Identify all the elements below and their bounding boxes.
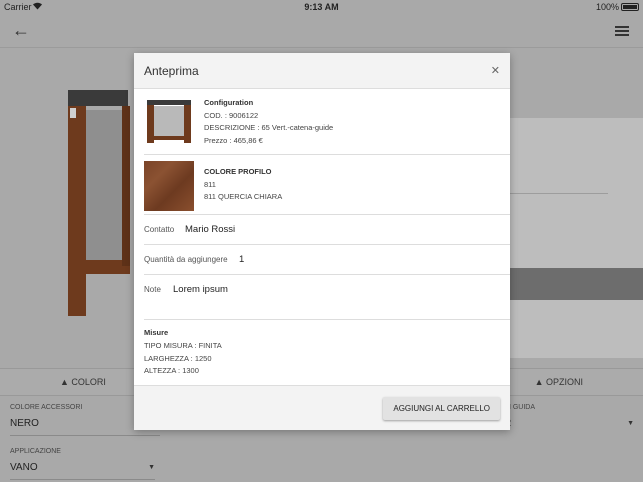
- status-bar: Carrier 9:13 AM 100%: [0, 0, 643, 14]
- tab-opzioni[interactable]: ▲ OPZIONI: [535, 377, 583, 387]
- back-arrow-icon[interactable]: ←: [12, 20, 30, 41]
- field-label: APPLICAZIONE: [10, 448, 61, 455]
- battery-percent: 100%: [595, 2, 619, 12]
- colore-profilo-row: COLORE PROFILO 811 811 QUERCIA CHIARA: [144, 154, 510, 214]
- colore-profilo-code: 811: [204, 179, 216, 189]
- preview-modal: Anteprima ✕ Configuration COD. : 9006122…: [134, 53, 510, 430]
- configuration-info: Configuration COD. : 9006122 DESCRIZIONE…: [204, 97, 333, 147]
- quantita-label: Quantità da aggiungere: [144, 255, 228, 264]
- details-panel: [508, 118, 643, 358]
- clock: 9:13 AM: [304, 2, 339, 12]
- colore-profilo-name: 811 QUERCIA CHIARA: [204, 192, 283, 201]
- misure-tipo: TIPO MISURA : FINITA: [144, 340, 222, 350]
- top-bar: ←: [0, 14, 643, 48]
- guida-select[interactable]: I DI GUIDA 22 ▼: [500, 404, 634, 436]
- configuration-heading: Configuration: [204, 98, 254, 107]
- misure-altezza: ALTEZZA : 1300: [144, 366, 199, 376]
- field-label: I DI GUIDA: [500, 404, 536, 411]
- misure-heading: Misure: [144, 328, 169, 337]
- product-preview-image: [68, 90, 130, 316]
- colore-profilo-heading: COLORE PROFILO: [204, 167, 272, 176]
- tab-colori[interactable]: ▲ COLORI: [60, 377, 106, 387]
- modal-header: Anteprima ✕: [134, 53, 510, 89]
- misure-larghezza: LARGHEZZA : 1250: [144, 353, 212, 363]
- applicazione-select[interactable]: APPLICAZIONE VANO ▼: [10, 448, 155, 480]
- contatto-label: Contatto: [144, 225, 175, 234]
- configuration-cod: COD. : 9006122: [204, 110, 259, 120]
- configuration-prezzo: Prezzo : 465,86 €: [204, 135, 263, 145]
- modal-title: Anteprima: [144, 64, 199, 78]
- configuration-descrizione: DESCRIZIONE : 65 Vert.-catena-guide: [204, 123, 334, 132]
- note-input[interactable]: Lorem ipsum: [173, 284, 228, 295]
- close-icon[interactable]: ✕: [491, 64, 500, 77]
- battery-icon: [621, 3, 639, 11]
- field-value: VANO: [10, 462, 38, 473]
- quantita-input[interactable]: 1: [239, 254, 244, 265]
- quantita-row[interactable]: Quantità da aggiungere 1: [144, 244, 510, 274]
- hamburger-menu-icon[interactable]: [615, 26, 629, 36]
- chevron-down-icon: ▼: [148, 464, 155, 471]
- panel-band: [508, 268, 643, 300]
- divider: [508, 193, 608, 194]
- add-to-cart-button[interactable]: AGGIUNGI AL CARRELLO: [383, 397, 500, 420]
- contatto-row[interactable]: Contatto Mario Rossi: [144, 214, 510, 244]
- configuration-thumbnail: [144, 96, 194, 146]
- note-label: Note: [144, 285, 161, 294]
- note-row[interactable]: Note Lorem ipsum: [144, 274, 510, 319]
- contatto-value[interactable]: Mario Rossi: [185, 224, 235, 235]
- modal-footer: AGGIUNGI AL CARRELLO: [134, 385, 510, 430]
- configuration-row: Configuration COD. : 9006122 DESCRIZIONE…: [144, 89, 510, 154]
- field-value: 22: [500, 418, 634, 429]
- colore-profilo-info: COLORE PROFILO 811 811 QUERCIA CHIARA: [204, 166, 282, 204]
- misure-section: Misure TIPO MISURA : FINITA LARGHEZZA : …: [144, 319, 510, 385]
- color-swatch: [144, 161, 194, 211]
- chevron-down-icon: ▼: [627, 420, 634, 427]
- modal-body: Configuration COD. : 9006122 DESCRIZIONE…: [134, 89, 510, 385]
